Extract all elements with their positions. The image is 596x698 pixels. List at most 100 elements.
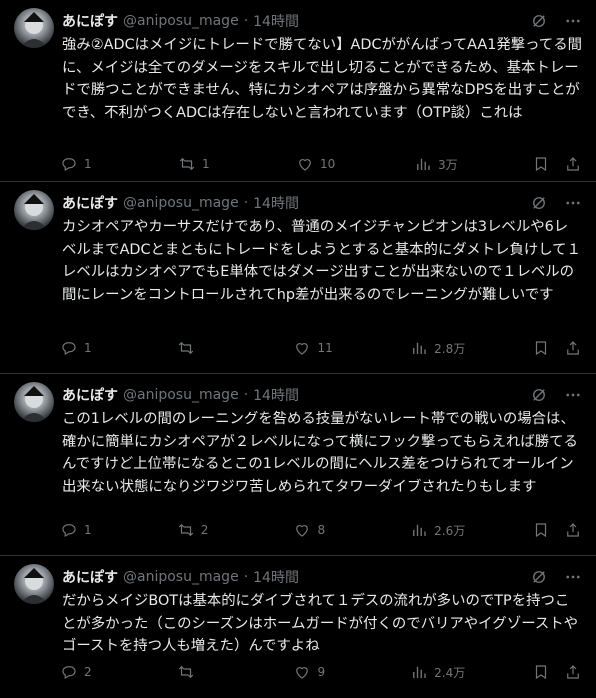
tweet[interactable]: あにぽす @aniposu_mage · 14時間 強み②ADCはメイジにトレー… [0,0,596,182]
bookmark-icon [535,665,547,680]
tweet-text: 強み②ADCはメイジにトレードで勝てない】ADCががんばってAA1発撃ってる間に… [62,37,582,121]
author-name[interactable]: あにぽす [62,11,118,31]
tweet-header: あにぽす @aniposu_mage · 14時間 [62,194,299,212]
reply-icon [62,666,76,680]
reply-icon [62,342,76,356]
grok-icon[interactable] [530,568,548,586]
bookmark-icon [535,157,547,172]
like-count: 9 [317,665,326,679]
bookmark-button[interactable] [532,521,550,539]
share-icon [567,341,579,355]
bookmark-icon [535,341,547,356]
like-button[interactable]: 10 [296,155,346,173]
view-count: 3万 [438,157,458,172]
avatar[interactable] [14,382,54,422]
author-name[interactable]: あにぽす [62,385,118,405]
timestamp[interactable]: 14時間 [253,193,299,213]
action-bar: 1 2 8 2.6万 [60,520,582,540]
author-name[interactable]: あにぽす [62,567,118,587]
views-icon [417,158,430,170]
more-options-icon[interactable] [564,568,582,586]
author-handle[interactable]: @aniposu_mage [123,195,239,211]
author-handle[interactable]: @aniposu_mage [123,569,239,585]
tweet-text: この1レベルの間のレーニングを咎める技量がないレート帯での戦いの場合は、確かに簡… [62,411,578,495]
tweet-header: あにぽす @aniposu_mage · 14時間 [62,386,299,404]
repost-icon [178,665,193,679]
views-icon [413,524,426,536]
more-options-icon[interactable] [564,194,582,212]
tweet-header: あにぽす @aniposu_mage · 14時間 [62,568,299,586]
views-button[interactable]: 2.6万 [410,521,465,539]
timestamp[interactable]: 14時間 [253,385,299,405]
share-icon [567,665,579,679]
views-icon [413,342,426,354]
view-count: 2.6万 [434,523,466,538]
action-bar: 1 11 2.8万 [60,338,582,358]
views-button[interactable]: 3万 [414,155,464,173]
repost-count: 1 [202,157,210,171]
like-button[interactable]: 8 [293,521,343,539]
grok-icon[interactable] [530,12,548,30]
tweet[interactable]: あにぽす @aniposu_mage · 14時間 この1レベルの間のレーニング… [0,374,596,556]
repost-button[interactable] [177,663,227,681]
repost-icon [178,523,193,537]
tweet-text: だからメイジBOTは基本的にダイブされて１デスの流れが多いのでTPを持つことが多… [62,593,579,655]
separator-dot: · [243,195,249,211]
tweet[interactable]: あにぽす @aniposu_mage · 14時間 だからメイジBOTは基本的に… [0,556,596,698]
share-button[interactable] [564,155,582,173]
timeline-feed: あにぽす @aniposu_mage · 14時間 強み②ADCはメイジにトレー… [0,0,596,698]
action-bar: 2 9 2.4万 [60,662,582,682]
repost-button[interactable]: 2 [177,521,227,539]
repost-button[interactable]: 1 [178,155,228,173]
avatar[interactable] [14,190,54,230]
like-count: 8 [317,523,326,537]
tweet-header: あにぽす @aniposu_mage · 14時間 [62,12,299,30]
reply-count: 1 [84,523,92,537]
grok-icon[interactable] [530,194,548,212]
share-icon [567,157,579,171]
view-count: 2.8万 [434,341,466,356]
action-bar: 1 1 10 3万 [60,154,582,174]
views-icon [413,666,426,678]
view-count: 2.4万 [434,665,466,680]
like-button[interactable]: 9 [293,663,343,681]
views-button[interactable]: 2.4万 [410,663,465,681]
separator-dot: · [243,387,249,403]
tweet[interactable]: あにぽす @aniposu_mage · 14時間 カシオペアやカーサスだけであ… [0,182,596,374]
repost-icon [179,157,195,171]
share-button[interactable] [564,339,582,357]
avatar[interactable] [14,564,54,604]
reply-count: 2 [84,665,92,679]
reply-count: 1 [84,341,92,355]
bookmark-button[interactable] [532,339,550,357]
timestamp[interactable]: 14時間 [253,567,299,587]
reply-button[interactable]: 1 [60,155,110,173]
bookmark-button[interactable] [532,663,550,681]
bookmark-button[interactable] [532,155,550,173]
repost-icon [178,341,193,355]
tweet-text: カシオペアやカーサスだけであり、普通のメイジチャンピオンは3レベルや6レベルまで… [62,219,581,303]
repost-count: 2 [200,523,209,537]
avatar[interactable] [14,8,54,48]
author-name[interactable]: あにぽす [62,193,118,213]
like-button[interactable]: 11 [293,339,343,357]
author-handle[interactable]: @aniposu_mage [123,387,239,403]
heart-icon [296,343,309,355]
grok-icon[interactable] [530,386,548,404]
heart-icon [299,159,311,171]
author-handle[interactable]: @aniposu_mage [123,13,239,29]
views-button[interactable]: 2.8万 [410,339,465,357]
share-button[interactable] [564,663,582,681]
reply-button[interactable]: 1 [60,521,110,539]
share-icon [567,523,579,537]
timestamp[interactable]: 14時間 [253,11,299,31]
more-options-icon[interactable] [564,386,582,404]
share-button[interactable] [564,521,582,539]
heart-icon [296,667,309,679]
reply-icon [62,158,76,172]
separator-dot: · [243,569,249,585]
reply-button[interactable]: 2 [60,663,110,681]
more-options-icon[interactable] [564,12,582,30]
reply-button[interactable]: 1 [60,339,110,357]
repost-button[interactable] [177,339,227,357]
